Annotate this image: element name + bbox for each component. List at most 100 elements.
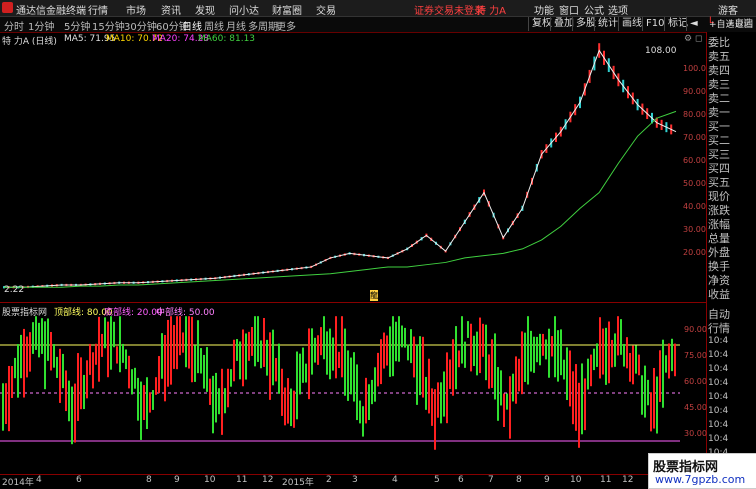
indicator-bar — [401, 325, 403, 348]
indicator-bar — [353, 352, 355, 402]
indicator-bar — [287, 378, 289, 424]
indicator-bar — [278, 343, 280, 394]
quote-label[interactable]: 行情 — [708, 320, 730, 336]
menu-caifuquan[interactable]: 财富圈 — [272, 2, 302, 17]
indicator-bar — [413, 336, 415, 378]
indicator-bar — [80, 357, 82, 410]
indicator-bar — [143, 385, 145, 420]
indicator-bar — [47, 318, 49, 361]
indicator-bar — [302, 347, 304, 383]
menu-jiaoyi[interactable]: 交易 — [316, 2, 336, 17]
indicator-bar — [479, 317, 481, 374]
menu-shichang[interactable]: 市场 — [126, 2, 146, 17]
tick-time: 10:4 — [708, 434, 729, 444]
indicator-bar — [164, 334, 166, 402]
x-tick: 10 — [570, 475, 582, 485]
site-watermark: 股票指标网 www.7gpzb.com — [648, 453, 756, 489]
indicator-bar — [50, 331, 52, 371]
x-tick: 12 — [262, 475, 274, 485]
indicator-plot — [0, 316, 680, 450]
menu-faxian[interactable]: 发现 — [195, 2, 215, 17]
menu-chuangkou[interactable]: 窗口 — [559, 2, 579, 17]
period-daily[interactable]: 日线 — [182, 18, 202, 33]
indicator-bar — [248, 331, 250, 361]
indicator-bar — [20, 334, 22, 379]
indicator-bar — [467, 321, 469, 338]
indicator-bar — [119, 316, 121, 373]
period-more[interactable]: 更多 — [276, 18, 296, 33]
login-warning[interactable]: 证券交易未登录 — [414, 2, 484, 17]
period-multi[interactable]: 多周期 — [248, 18, 278, 33]
menu-zixun[interactable]: 资讯 — [161, 2, 181, 17]
tool-tongji[interactable]: 统计 — [594, 17, 621, 31]
indicator-bar — [317, 335, 319, 365]
user-label[interactable]: 游客 — [718, 2, 738, 17]
menu-gongshi[interactable]: 公式 — [584, 2, 604, 17]
x-tick: 2 — [326, 475, 332, 485]
indicator-bar — [374, 367, 376, 402]
indicator-bar — [299, 353, 301, 395]
x-tick: 2014年 — [2, 478, 34, 488]
indicator-bar — [344, 328, 346, 396]
tick-time: 10:4 — [708, 420, 729, 430]
indicator-bar — [89, 343, 91, 375]
indicator-bar — [605, 327, 607, 385]
period-30min[interactable]: 30分钟 — [124, 18, 157, 33]
x-tick: 11 — [600, 475, 612, 485]
indicator-chart[interactable]: 股票指标网 顶部线: 80.00 底部线: 20.00 中部线: 50.00 9… — [0, 302, 707, 475]
indicator-bar — [161, 333, 163, 379]
indicator-bar — [347, 350, 349, 401]
period-15min[interactable]: 15分钟 — [92, 18, 125, 33]
indicator-bar — [131, 369, 133, 395]
indicator-bar — [659, 350, 661, 402]
indicator-bar — [35, 316, 37, 350]
period-toolbar: 分时 1分钟 5分钟 15分钟 30分钟 60分钟 日线 周线 月线 多周期 更… — [0, 17, 756, 33]
indicator-bar — [149, 392, 151, 413]
indicator-bar — [59, 348, 61, 403]
indicator-bar — [536, 336, 538, 363]
y-tick: 40.00 — [683, 202, 706, 211]
menu-wenxiaoda[interactable]: 问小达 — [229, 2, 259, 17]
indicator-bar — [449, 359, 451, 389]
period-1min[interactable]: 1分钟 — [28, 18, 54, 33]
indicator-bar — [14, 357, 16, 379]
indicator-bar — [383, 332, 385, 369]
indicator-bar — [128, 355, 130, 389]
indicator-bar — [512, 373, 514, 402]
y-tick: 80.00 — [683, 110, 706, 119]
indicator-bar — [113, 321, 115, 348]
period-weekly[interactable]: 周线 — [204, 18, 224, 33]
indicator-bar — [290, 388, 292, 427]
indicator-bar — [500, 370, 502, 406]
x-tick: 8 — [146, 475, 152, 485]
indicator-bar — [335, 316, 337, 379]
period-fenshi[interactable]: 分时 — [4, 18, 24, 33]
indicator-bar — [617, 316, 619, 356]
indicator-bar — [170, 316, 172, 385]
indicator-bar — [380, 339, 382, 385]
menu-hangqing[interactable]: 行情 — [88, 2, 108, 17]
indicator-bar — [515, 356, 517, 404]
tool-huaxian[interactable]: 画线 — [618, 17, 645, 31]
indicator-bar — [665, 355, 667, 373]
back-button[interactable]: 返回 — [735, 17, 753, 30]
indicator-bar — [326, 331, 328, 375]
indicator-bar — [284, 387, 286, 426]
tool-back-arrow[interactable]: ◄ — [686, 17, 701, 31]
kline-chart[interactable]: 特 力A (日线) MA5: 71.95 MA10: 70.72 MA20: 7… — [0, 32, 707, 302]
indicator-bar — [107, 321, 109, 378]
ind-y-tick: 30.00 — [684, 429, 707, 438]
indicator-bar — [377, 352, 379, 387]
tick-time: 10:4 — [708, 406, 729, 416]
add-favorite-button[interactable]: +自选 — [709, 17, 735, 30]
period-monthly[interactable]: 月线 — [226, 18, 246, 33]
tick-time: 10:4 — [708, 350, 729, 360]
event-icon[interactable]: 龍 — [370, 290, 378, 301]
indicator-bar — [158, 356, 160, 394]
menu-gongneng[interactable]: 功能 — [534, 2, 554, 17]
period-5min[interactable]: 5分钟 — [64, 18, 90, 33]
indicator-bar — [359, 400, 361, 424]
indicator-bar — [488, 354, 490, 389]
menu-xuanxiang[interactable]: 选项 — [608, 2, 628, 17]
indicator-bar — [95, 343, 97, 365]
